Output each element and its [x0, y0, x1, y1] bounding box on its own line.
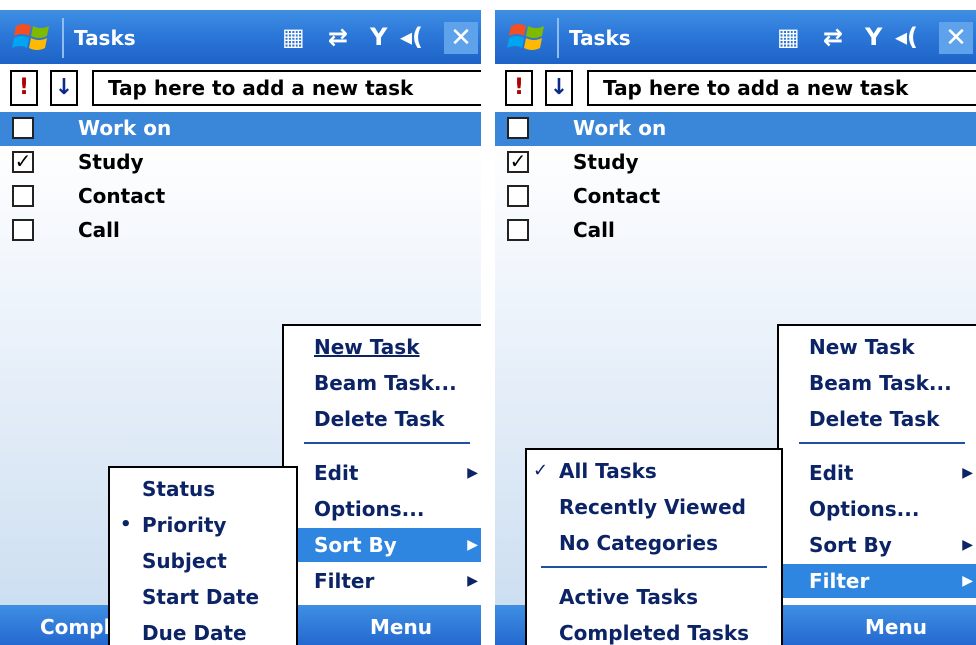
volume-icon[interactable]: ◂(: [400, 22, 423, 52]
task-label: Study: [78, 150, 144, 174]
tasks-screen-filter: Tasks ▦ ⇄ Y ◂( ✕ ! ↓ Tap here to add a n…: [495, 0, 976, 645]
submenu-arrow-icon: ▶: [467, 465, 478, 481]
menu-item-options[interactable]: Options...: [284, 492, 481, 526]
submenu-divider: [541, 566, 767, 568]
task-checkbox[interactable]: [507, 185, 529, 207]
task-checkbox[interactable]: [507, 219, 529, 241]
new-task-row: ! ↓ Tap here to add a new task: [0, 64, 481, 112]
submenu-arrow-icon: ▶: [962, 573, 973, 589]
network-icon[interactable]: ▦: [282, 22, 305, 52]
sort-option-priority[interactable]: • Priority: [110, 508, 296, 542]
menu-item-delete-task[interactable]: Delete Task: [779, 402, 976, 436]
sort-option-due-date[interactable]: Due Date: [110, 616, 296, 645]
task-checkbox[interactable]: [507, 117, 529, 139]
filter-option-completed-tasks[interactable]: Completed Tasks: [527, 616, 781, 645]
menu-item-new-task[interactable]: New Task: [284, 330, 481, 364]
priority-sort-button[interactable]: !: [10, 70, 38, 106]
main-menu: New Task Beam Task... Delete Task Edit ▶ …: [282, 324, 481, 605]
menu-item-sort-by[interactable]: Sort By ▶: [779, 528, 976, 562]
new-task-row: ! ↓ Tap here to add a new task: [495, 64, 976, 112]
sync-icon[interactable]: ⇄: [823, 22, 843, 52]
sync-icon[interactable]: ⇄: [328, 22, 348, 52]
task-label: Work on: [78, 116, 172, 140]
task-checkbox[interactable]: ✓: [507, 151, 529, 173]
signal-icon[interactable]: Y: [865, 22, 882, 52]
filter-option-all-tasks[interactable]: ✓ All Tasks: [527, 454, 781, 488]
priority-sort-button[interactable]: !: [505, 70, 533, 106]
title-separator: [557, 18, 559, 58]
start-windows-icon[interactable]: [12, 22, 52, 54]
menu-item-filter[interactable]: Filter ▶: [779, 564, 976, 598]
start-windows-icon[interactable]: [507, 22, 547, 54]
task-label: Contact: [573, 184, 661, 208]
selected-check-icon: ✓: [533, 460, 549, 481]
sort-option-start-date[interactable]: Start Date: [110, 580, 296, 614]
close-button[interactable]: ✕: [444, 22, 478, 54]
top-border: [0, 0, 481, 10]
menu-item-edit[interactable]: Edit ▶: [779, 456, 976, 490]
task-label: Call: [78, 218, 120, 242]
task-checkbox[interactable]: [12, 185, 34, 207]
task-item[interactable]: Call: [0, 214, 481, 248]
task-checkbox[interactable]: [12, 219, 34, 241]
close-button[interactable]: ✕: [939, 22, 973, 54]
left-soft-key[interactable]: Compl: [40, 615, 110, 639]
top-border: [495, 0, 976, 10]
task-item[interactable]: Work on: [0, 112, 481, 146]
tasks-screen-sortby: Tasks ▦ ⇄ Y ◂( ✕ ! ↓ Tap here to add a n…: [0, 0, 481, 645]
task-label: Study: [573, 150, 639, 174]
add-task-input[interactable]: Tap here to add a new task: [587, 70, 976, 106]
filter-option-no-categories[interactable]: No Categories: [527, 526, 781, 560]
app-title: Tasks: [74, 26, 136, 50]
submenu-arrow-icon: ▶: [467, 573, 478, 589]
add-task-input[interactable]: Tap here to add a new task: [92, 70, 481, 106]
volume-icon[interactable]: ◂(: [895, 22, 918, 52]
menu-item-delete-task[interactable]: Delete Task: [284, 402, 481, 436]
menu-item-options[interactable]: Options...: [779, 492, 976, 526]
title-separator: [62, 18, 64, 58]
menu-divider: [304, 442, 470, 444]
submenu-arrow-icon: ▶: [467, 537, 478, 553]
app-title: Tasks: [569, 26, 631, 50]
sort-direction-button[interactable]: ↓: [545, 70, 573, 106]
task-item[interactable]: ✓ Study: [495, 146, 976, 180]
menu-item-beam-task[interactable]: Beam Task...: [284, 366, 481, 400]
menu-item-new-task[interactable]: New Task: [779, 330, 976, 364]
main-menu: New Task Beam Task... Delete Task Edit ▶ …: [777, 324, 976, 605]
sort-by-submenu: Status • Priority Subject Start Date Due …: [108, 466, 298, 645]
filter-option-active-tasks[interactable]: Active Tasks: [527, 580, 781, 614]
menu-item-sort-by[interactable]: Sort By ▶: [284, 528, 481, 562]
task-item[interactable]: Contact: [0, 180, 481, 214]
menu-item-edit[interactable]: Edit ▶: [284, 456, 481, 490]
filter-option-recently-viewed[interactable]: Recently Viewed: [527, 490, 781, 524]
network-icon[interactable]: ▦: [777, 22, 800, 52]
task-checkbox[interactable]: [12, 117, 34, 139]
filter-submenu: ✓ All Tasks Recently Viewed No Categories…: [525, 448, 783, 645]
title-bar: Tasks ▦ ⇄ Y ◂( ✕: [0, 10, 481, 64]
selected-bullet-icon: •: [120, 514, 132, 535]
menu-item-beam-task[interactable]: Beam Task...: [779, 366, 976, 400]
menu-soft-key[interactable]: Menu: [370, 615, 432, 639]
task-item[interactable]: Work on: [495, 112, 976, 146]
signal-icon[interactable]: Y: [370, 22, 387, 52]
sort-direction-button[interactable]: ↓: [50, 70, 78, 106]
sort-option-status[interactable]: Status: [110, 472, 296, 506]
task-item[interactable]: ✓ Study: [0, 146, 481, 180]
task-label: Contact: [78, 184, 166, 208]
task-label: Work on: [573, 116, 667, 140]
submenu-arrow-icon: ▶: [962, 465, 973, 481]
submenu-arrow-icon: ▶: [962, 537, 973, 553]
task-item[interactable]: Contact: [495, 180, 976, 214]
task-checkbox[interactable]: ✓: [12, 151, 34, 173]
menu-item-filter[interactable]: Filter ▶: [284, 564, 481, 598]
sort-option-subject[interactable]: Subject: [110, 544, 296, 578]
task-label: Call: [573, 218, 615, 242]
task-item[interactable]: Call: [495, 214, 976, 248]
menu-divider: [799, 442, 965, 444]
title-bar: Tasks ▦ ⇄ Y ◂( ✕: [495, 10, 976, 64]
menu-soft-key[interactable]: Menu: [865, 615, 927, 639]
